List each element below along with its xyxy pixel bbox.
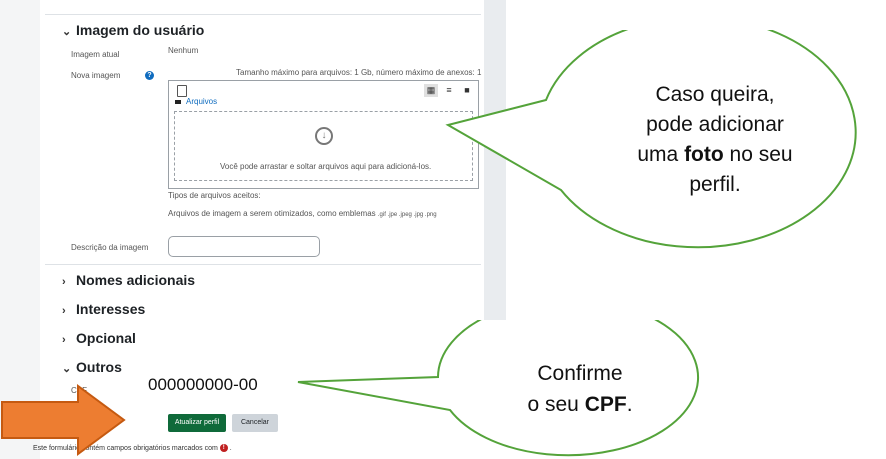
description-label: Descrição da imagem bbox=[71, 243, 149, 252]
section-opcional-title: Opcional bbox=[76, 330, 136, 346]
divider-1 bbox=[45, 264, 481, 265]
folder-icon bbox=[175, 100, 181, 104]
section-user-image[interactable]: ⌄ Imagem do usuário bbox=[62, 22, 204, 38]
cpf-callout-line2-pre: o seu bbox=[527, 393, 585, 416]
section-outros-title: Outros bbox=[76, 359, 122, 375]
section-user-image-title: Imagem do usuário bbox=[76, 22, 205, 38]
section-interesses-title: Interesses bbox=[76, 301, 146, 317]
section-outros[interactable]: ⌄ Outros bbox=[62, 359, 122, 375]
photo-callout-line1: Caso queira, bbox=[655, 83, 775, 106]
photo-callout-line3-post: no seu bbox=[723, 143, 793, 166]
cancel-button[interactable]: Cancelar bbox=[232, 414, 278, 432]
chevron-down-icon: ⌄ bbox=[62, 363, 72, 375]
accepted-title: Tipos de arquivos aceitos: bbox=[168, 191, 261, 200]
section-nomes[interactable]: › Nomes adicionais bbox=[62, 272, 195, 288]
accepted-desc-text: Arquivos de imagem a serem otimizados, c… bbox=[168, 209, 376, 218]
current-image-value: Nenhum bbox=[168, 46, 199, 55]
accepted-desc: Arquivos de imagem a serem otimizados, c… bbox=[168, 209, 437, 218]
cpf-callout-text: Confirme o seu CPF. bbox=[470, 358, 690, 420]
section-nomes-title: Nomes adicionais bbox=[76, 272, 196, 288]
chevron-right-icon: › bbox=[62, 276, 66, 288]
cpf-callout-line2: o seu CPF. bbox=[470, 389, 690, 420]
drop-text: Você pode arrastar e soltar arquivos aqu… bbox=[220, 162, 432, 171]
add-file-icon[interactable] bbox=[177, 85, 187, 97]
required-icon: ! bbox=[219, 444, 228, 452]
file-picker: ▦ ≡ ■ Arquivos ↓ Você pode arrastar e so… bbox=[168, 80, 479, 189]
cpf-callout-line2-post: . bbox=[626, 393, 633, 416]
accepted-exts: .gif .jpe .jpeg .jpg .png bbox=[377, 212, 437, 218]
grid-view-icon[interactable]: ▦ bbox=[424, 84, 438, 97]
download-icon: ↓ bbox=[315, 127, 333, 145]
photo-callout-text: Caso queira, pode adicionar uma foto no … bbox=[580, 80, 850, 200]
cpf-value[interactable]: 000000000-00 bbox=[148, 375, 258, 395]
chevron-right-icon: › bbox=[62, 334, 66, 346]
cpf-callout-bold: CPF bbox=[584, 393, 627, 416]
cpf-callout-line1: Confirme bbox=[537, 362, 623, 385]
section-interesses[interactable]: › Interesses bbox=[62, 301, 145, 317]
photo-callout-line3: uma foto no seu bbox=[580, 140, 850, 170]
top-divider bbox=[45, 14, 481, 15]
section-opcional[interactable]: › Opcional bbox=[62, 330, 136, 346]
new-image-label: Nova imagem bbox=[71, 71, 121, 80]
chevron-down-icon: ⌄ bbox=[62, 26, 72, 38]
current-image-label: Imagem atual bbox=[71, 50, 120, 59]
update-profile-button[interactable]: Atualizar perfil bbox=[168, 414, 226, 432]
photo-callout-line3-pre: uma bbox=[637, 143, 685, 166]
drop-zone[interactable]: ↓ Você pode arrastar e soltar arquivos a… bbox=[174, 111, 473, 181]
photo-callout-line4: perfil. bbox=[689, 173, 741, 196]
folder-link[interactable]: Arquivos bbox=[186, 97, 217, 106]
photo-callout-bold: foto bbox=[684, 143, 724, 166]
chevron-right-icon: › bbox=[62, 305, 66, 317]
orange-arrow-icon bbox=[1, 384, 126, 456]
description-input[interactable] bbox=[168, 236, 320, 257]
help-icon[interactable]: ? bbox=[145, 71, 154, 80]
photo-callout-line2: pode adicionar bbox=[646, 113, 784, 136]
